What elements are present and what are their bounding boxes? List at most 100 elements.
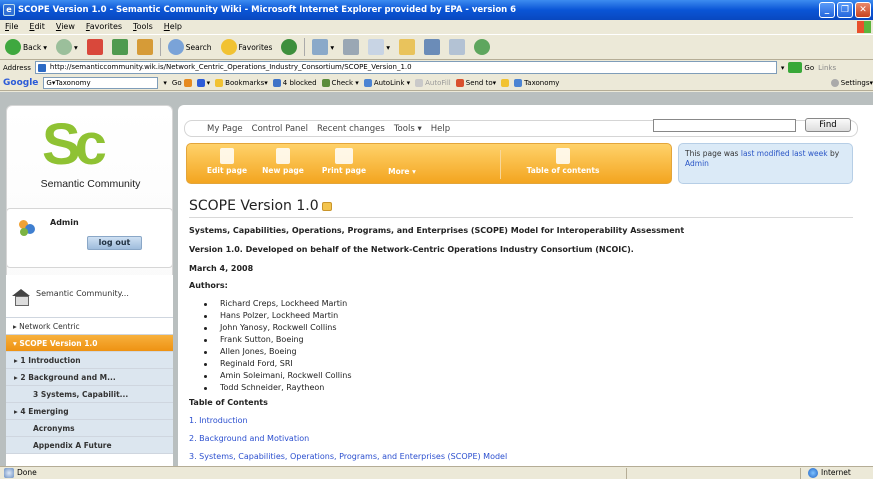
search-icon xyxy=(167,39,184,55)
edit-page-button[interactable]: Edit page xyxy=(201,146,253,183)
research-button[interactable] xyxy=(422,37,442,57)
favorites-button[interactable]: Favorites xyxy=(219,37,275,57)
more-button[interactable]: More ▾ xyxy=(380,146,424,183)
spellcheck-button[interactable]: Check ▾ xyxy=(321,78,359,87)
google-pagerank-button[interactable]: ▾ xyxy=(196,78,210,87)
forward-arrow-icon xyxy=(55,39,72,55)
google-search-input[interactable]: G▾Taxonomy xyxy=(43,76,159,89)
nav-control-panel[interactable]: Control Panel xyxy=(252,124,308,134)
list-item: Amin Soleimani, Rockwell Collins xyxy=(204,370,351,382)
close-button[interactable]: ✕ xyxy=(855,2,871,18)
stop-icon xyxy=(86,39,103,55)
window-title: SCOPE Version 1.0 - Semantic Community W… xyxy=(18,5,517,15)
history-button[interactable] xyxy=(279,37,299,57)
forward-button[interactable]: ▾ xyxy=(54,37,80,57)
list-item: Todd Schneider, Raytheon xyxy=(204,382,351,394)
network-button[interactable] xyxy=(472,37,492,57)
settings-button[interactable]: Settings▾ xyxy=(830,78,873,87)
nav-help[interactable]: Help xyxy=(431,124,450,134)
sendto-button[interactable]: Send to▾ xyxy=(455,78,496,87)
sidebar-item-acronyms[interactable]: Acronyms xyxy=(6,420,173,437)
autofill-button[interactable]: AutoFill xyxy=(415,78,451,87)
last-modified-link[interactable]: last modified last week xyxy=(741,149,828,158)
go-button[interactable]: Go xyxy=(788,62,814,73)
google-dropdown-icon[interactable]: ▾ xyxy=(163,79,167,87)
print-button[interactable] xyxy=(341,37,361,57)
nav-recent-changes[interactable]: Recent changes xyxy=(317,124,385,134)
messenger-button[interactable] xyxy=(447,37,467,57)
toc-link-introduction[interactable]: 1. Introduction xyxy=(189,416,248,425)
main-panel: My Page Control Panel Recent changes Too… xyxy=(178,105,873,466)
sidebar-item-home[interactable]: Semantic Community... xyxy=(6,275,173,318)
toolbar-divider xyxy=(304,38,306,56)
sidebar-home-label: Semantic Community... xyxy=(36,289,129,298)
refresh-icon xyxy=(111,39,128,55)
home-button[interactable] xyxy=(135,37,155,57)
security-zone[interactable]: Internet xyxy=(808,467,851,479)
google-logo: Google xyxy=(3,77,39,88)
bookmarks-button[interactable]: Bookmarks▾ xyxy=(215,78,268,87)
site-logo: Sc xyxy=(42,112,107,177)
search-input[interactable] xyxy=(653,119,796,132)
edit-button[interactable]: ▾ xyxy=(366,37,392,57)
mail-button[interactable]: ▾ xyxy=(310,37,336,57)
folder-button[interactable] xyxy=(397,37,417,57)
network-icon xyxy=(473,39,490,55)
search-button[interactable]: Search xyxy=(166,37,214,57)
autofill-icon xyxy=(415,78,424,87)
sidebar-item-network-centric[interactable]: ▸ Network Centric xyxy=(6,318,173,335)
sidebar-item-appendix-a[interactable]: Appendix A Future xyxy=(6,437,173,454)
sidebar-item-emerging[interactable]: ▸ 4 Emerging xyxy=(6,403,173,420)
sidebar-item-background[interactable]: ▸ 2 Background and M... xyxy=(6,369,173,386)
sidebar-item-systems[interactable]: 3 Systems, Capabilit... xyxy=(6,386,173,403)
menu-edit[interactable]: Edit xyxy=(29,20,45,34)
menu-view[interactable]: View xyxy=(56,20,75,34)
maximize-button[interactable]: ❐ xyxy=(837,2,853,18)
new-page-button[interactable]: New page xyxy=(259,146,307,183)
user-name[interactable]: Admin xyxy=(50,218,79,227)
logout-button[interactable]: log out xyxy=(87,236,142,250)
back-arrow-icon xyxy=(5,39,21,55)
taxonomy-button[interactable]: Taxonomy xyxy=(514,78,559,87)
back-button[interactable]: Back ▾ xyxy=(3,37,49,57)
last-modified-note: This page was last modified last week by… xyxy=(678,143,853,184)
chevron-down-icon: ▾ xyxy=(73,42,78,52)
nav-tools[interactable]: Tools ▾ xyxy=(394,124,422,134)
lock-icon[interactable] xyxy=(321,201,332,211)
stop-button[interactable] xyxy=(85,37,105,57)
minimize-button[interactable]: _ xyxy=(819,2,835,18)
menu-file[interactable]: File xyxy=(5,20,18,34)
star-icon xyxy=(215,78,224,87)
find-button[interactable]: Find xyxy=(805,118,851,132)
menu-help[interactable]: Help xyxy=(164,20,182,34)
print-page-button[interactable]: Print page xyxy=(318,146,370,183)
address-input[interactable]: http://semanticcommunity.wik.is/Network_… xyxy=(34,61,777,74)
toc-link-background[interactable]: 2. Background and Motivation xyxy=(189,434,309,443)
menu-favorites[interactable]: Favorites xyxy=(86,20,122,34)
sidebar-item-introduction[interactable]: ▸ 1 Introduction xyxy=(6,352,173,369)
google-toolbar: Google G▾Taxonomy ▾ Go ▾ Bookmarks▾ 4 bl… xyxy=(0,75,873,91)
globe-icon xyxy=(808,468,818,478)
popup-blocker-button[interactable]: 4 blocked xyxy=(272,78,317,87)
table-of-contents-button[interactable]: Table of contents xyxy=(513,146,613,183)
page-title: SCOPE Version 1.0 xyxy=(189,198,332,214)
google-go-button[interactable]: Go xyxy=(172,78,192,87)
popup-blocker-icon xyxy=(272,78,281,87)
page-icon xyxy=(4,468,14,478)
links-button[interactable]: Links xyxy=(818,64,836,72)
chevron-down-icon: ▾ xyxy=(43,42,47,52)
nav-my-page[interactable]: My Page xyxy=(207,124,243,134)
menu-tools[interactable]: Tools xyxy=(133,20,153,34)
site-logo-panel[interactable]: Sc Semantic Community xyxy=(6,105,173,298)
author-link[interactable]: Admin xyxy=(685,159,709,168)
autolink-button[interactable]: AutoLink ▾ xyxy=(363,78,410,87)
site-name: Semantic Community xyxy=(40,178,141,190)
sidebar-item-scope[interactable]: ▾ SCOPE Version 1.0 xyxy=(6,335,173,352)
address-dropdown-icon[interactable]: ▾ xyxy=(781,64,785,72)
refresh-button[interactable] xyxy=(110,37,130,57)
highlighter-icon xyxy=(501,78,510,87)
highlight-button[interactable] xyxy=(501,78,510,87)
toc-link-scope-model[interactable]: 3. Systems, Capabilities, Operations, Pr… xyxy=(189,452,507,461)
home-icon xyxy=(136,39,153,55)
intro-line-2: Version 1.0. Developed on behalf of the … xyxy=(189,245,634,254)
